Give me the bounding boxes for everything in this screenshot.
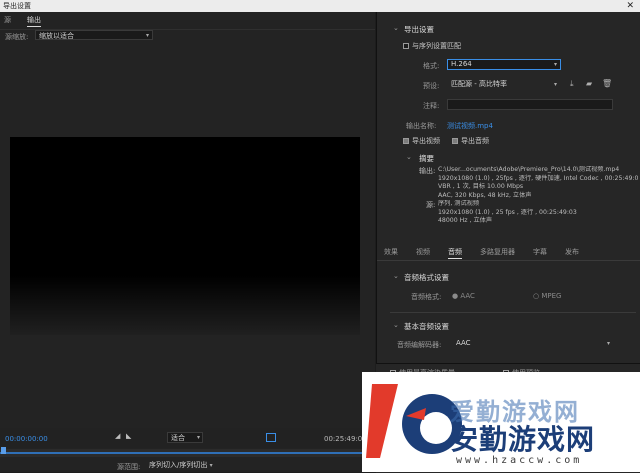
mark-in-icon[interactable]: ◢ (115, 432, 120, 440)
summary-title: 摘要 (419, 154, 434, 163)
audio-format-title: 音频格式设置 (404, 273, 449, 282)
summary-source-label: 源: (426, 201, 436, 209)
export-audio-checkbox[interactable]: 导出音频 (452, 136, 489, 146)
preview-tabs (0, 12, 375, 30)
preset-select[interactable]: 匹配源 - 高比特率 ▾ (447, 79, 561, 90)
collapse-chevron-icon[interactable]: ⌄ (393, 272, 399, 280)
format-value: H.264 (451, 60, 472, 68)
summary-output-line: VBR , 1 次, 目标 10.00 Mbps (438, 183, 524, 190)
radio-mpeg-label: MPEG (541, 292, 562, 300)
tab-output[interactable]: 输出 (27, 15, 41, 27)
work-area-bar (0, 452, 375, 454)
collapse-chevron-icon[interactable]: ⌄ (406, 153, 412, 161)
export-settings-title: 导出设置 (404, 25, 434, 34)
comment-label: 注释: (423, 102, 440, 110)
mark-out-icon[interactable]: ◣ (126, 432, 131, 440)
current-timecode[interactable]: 00:00:00:00 (5, 435, 48, 443)
checkbox-checked-icon (452, 138, 458, 144)
radio-aac-label: AAC (460, 292, 475, 300)
tab-audio[interactable]: 音频 (448, 247, 462, 259)
checkbox-icon (403, 43, 409, 49)
radio-empty-icon: ○ (533, 292, 540, 300)
format-label: 格式: (423, 62, 440, 70)
summary-source-line: 1920x1080 (1.0) , 25 fps , 逐行 , 00:25:49… (438, 208, 577, 216)
summary-output-line: C:\User...ocuments\Adobe\Premiere_Pro\14… (438, 166, 620, 173)
title-bar: 导出设置 ✕ (0, 0, 640, 12)
audio-codec-label: 音频编解码器: (397, 341, 442, 349)
playhead-handle[interactable] (1, 447, 6, 454)
tab-video[interactable]: 视频 (416, 247, 430, 257)
audio-codec-value: AAC (456, 339, 471, 347)
tab-captions[interactable]: 字幕 (533, 247, 547, 257)
summary-source-text: 序列, 测试视频 1920x1080 (1.0) , 25 fps , 逐行 ,… (438, 200, 638, 226)
crop-icon[interactable] (266, 433, 276, 442)
export-video-checkbox[interactable]: 导出视频 (403, 136, 440, 146)
save-preset-icon[interactable]: ⤓ (570, 79, 574, 89)
duration-timecode: 00:25:49:03 (324, 435, 367, 443)
export-video-label: 导出视频 (412, 137, 440, 145)
tab-effects[interactable]: 效果 (384, 247, 398, 257)
source-scale-value: 缩放以适合 (39, 32, 74, 40)
tab-multiplexer[interactable]: 多路复用器 (480, 247, 515, 257)
output-name-link[interactable]: 测试视频.mp4 (447, 121, 493, 131)
radio-mpeg[interactable]: ○ MPEG (533, 292, 561, 300)
settings-tabs: 效果 视频 音频 多路复用器 字幕 发布 (377, 244, 640, 261)
summary-source-line: 序列, 测试视频 (438, 200, 480, 207)
tab-source[interactable]: 源 (4, 15, 11, 25)
chevron-down-icon: ▾ (553, 61, 557, 68)
close-icon[interactable]: ✕ (626, 0, 634, 12)
source-range-select[interactable]: 序列切入/序列切出 ▾ (149, 460, 219, 471)
source-range-value: 序列切入/序列切出 (149, 461, 208, 469)
radio-selected-icon: ● (452, 292, 459, 300)
source-scale-select[interactable]: 缩放以适合 ▾ (35, 30, 153, 40)
window-title: 导出设置 (3, 2, 31, 10)
summary-output-line: 1920x1080 (1.0) , 25fps , 逐行, 硬件加速, Inte… (438, 174, 638, 182)
chevron-down-icon: ▾ (209, 462, 213, 469)
source-range-label: 源范围: (117, 463, 141, 471)
chevron-down-icon: ▾ (196, 434, 200, 441)
format-select[interactable]: H.264 ▾ (447, 59, 561, 70)
basic-audio-title: 基本音频设置 (404, 322, 449, 331)
import-preset-icon[interactable]: ▰ (586, 79, 592, 88)
preset-label: 预设: (423, 82, 440, 90)
match-sequence-checkbox[interactable]: 与序列设置匹配 (403, 41, 461, 51)
summary-source-line: 48000 Hz , 立体声 (438, 217, 493, 224)
watermark-url: www.hzaccw.com (456, 455, 583, 466)
radio-aac[interactable]: ● AAC (452, 292, 475, 300)
output-name-label: 输出名称: (406, 122, 437, 130)
audio-format-label: 音频格式: (411, 293, 442, 301)
comment-input[interactable] (447, 99, 613, 110)
divider (390, 312, 636, 313)
chevron-down-icon: ▾ (553, 81, 557, 88)
collapse-chevron-icon[interactable]: ⌄ (393, 321, 399, 329)
collapse-chevron-icon[interactable]: ⌄ (393, 24, 399, 32)
zoom-fit-value: 适合 (171, 434, 185, 442)
chevron-down-icon: ▾ (145, 32, 149, 39)
chevron-down-icon: ▾ (606, 340, 610, 347)
audio-codec-select[interactable]: AAC ▾ (452, 338, 614, 349)
export-audio-label: 导出音频 (461, 137, 489, 145)
summary-output-line: AAC, 320 Kbps, 48 kHz, 立体声 (438, 191, 532, 199)
zoom-fit-select[interactable]: 适合 ▾ (167, 432, 203, 443)
match-sequence-label: 与序列设置匹配 (412, 42, 461, 50)
video-preview (10, 137, 360, 335)
tab-publish[interactable]: 发布 (565, 247, 579, 257)
delete-preset-icon[interactable]: 🗑 (602, 79, 612, 88)
summary-output-text: C:\User...ocuments\Adobe\Premiere_Pro\14… (438, 166, 638, 200)
summary-output-label: 输出: (419, 167, 436, 175)
source-scale-label: 源缩放: (5, 33, 29, 41)
preset-value: 匹配源 - 高比特率 (451, 80, 507, 88)
watermark-text: 安勤游戏网 (450, 423, 596, 456)
checkbox-checked-icon (403, 138, 409, 144)
